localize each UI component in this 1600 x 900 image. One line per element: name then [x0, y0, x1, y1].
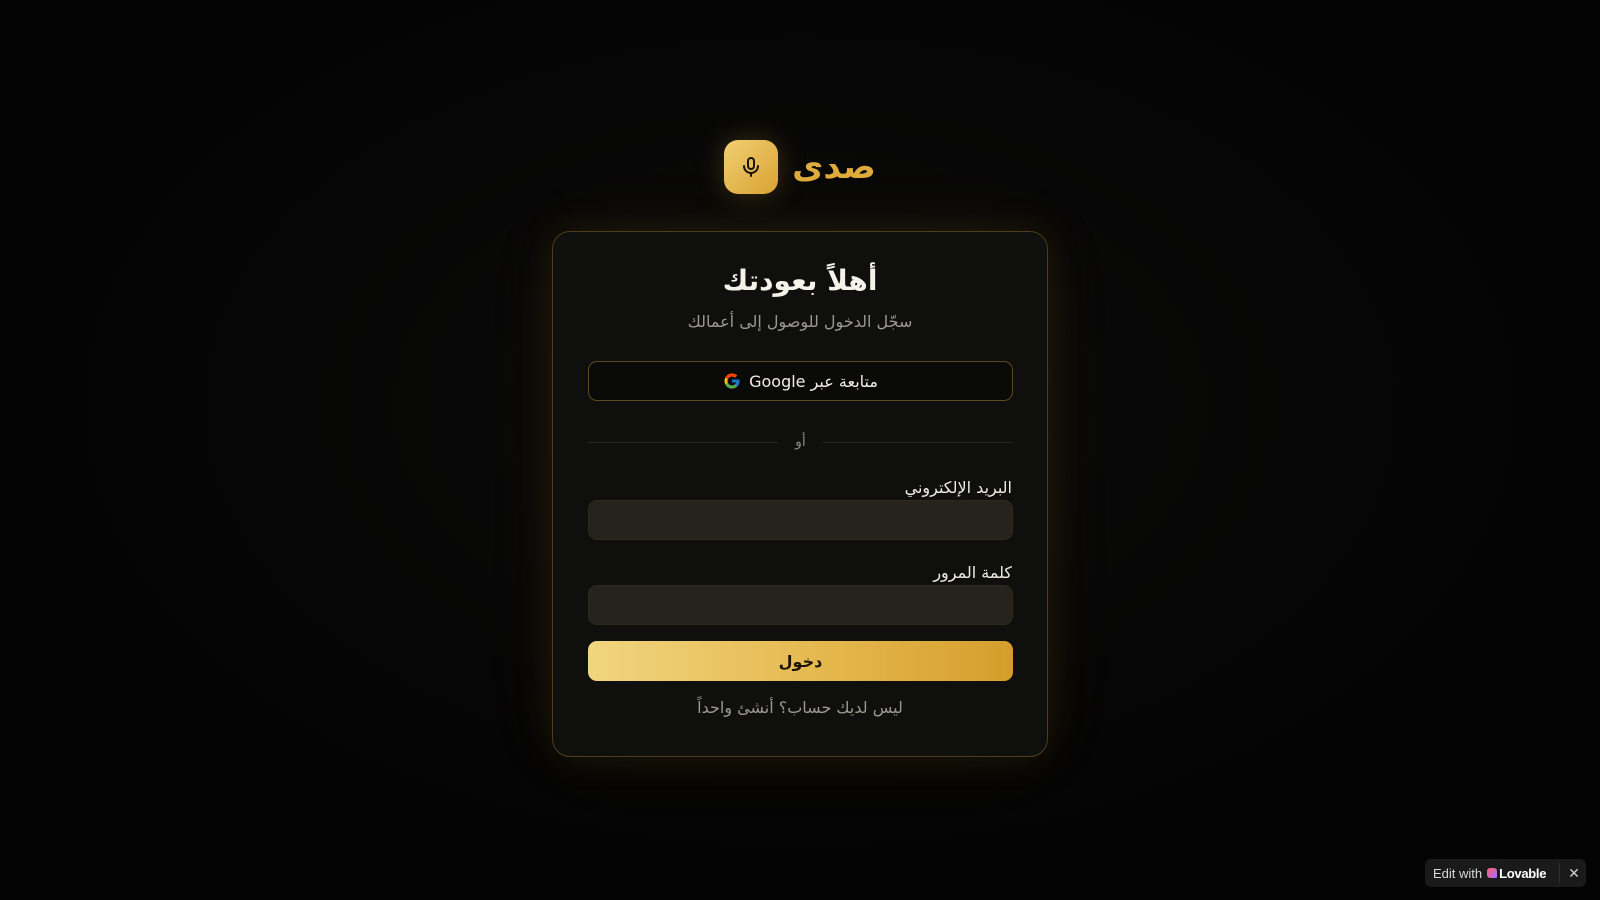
divider-text: أو — [795, 434, 806, 450]
password-label: كلمة المرور — [933, 563, 1012, 582]
brand-header: صدى — [0, 140, 1600, 194]
google-signin-button[interactable]: متابعة عبر Google — [588, 361, 1013, 401]
login-card: أهلاً بعودتك سجّل الدخول للوصول إلى أعما… — [552, 231, 1048, 757]
lovable-logo-icon — [1487, 868, 1498, 878]
or-divider: أو — [588, 432, 1013, 452]
signup-link[interactable]: ليس لديك حساب؟ أنشئ واحداً — [553, 698, 1047, 717]
page-title: أهلاً بعودتك — [722, 264, 878, 297]
microphone-icon — [743, 157, 760, 177]
page-subtitle: سجّل الدخول للوصول إلى أعمالك — [687, 312, 913, 331]
email-label: البريد الإلكتروني — [904, 478, 1012, 497]
login-button[interactable]: دخول — [588, 641, 1013, 681]
google-button-label: متابعة عبر Google — [749, 371, 878, 391]
google-icon — [724, 373, 740, 389]
close-icon[interactable]: ✕ — [1564, 859, 1584, 887]
brand-name: صدى — [792, 147, 876, 187]
lovable-badge[interactable]: Edit with Lovable ✕ — [1425, 859, 1586, 887]
badge-separator — [1559, 863, 1560, 883]
badge-edit-label: Edit with — [1433, 865, 1483, 881]
badge-brand-label: Lovable — [1499, 865, 1547, 881]
brand-logo — [724, 140, 779, 194]
email-field[interactable] — [588, 500, 1013, 540]
password-field[interactable] — [588, 585, 1013, 625]
